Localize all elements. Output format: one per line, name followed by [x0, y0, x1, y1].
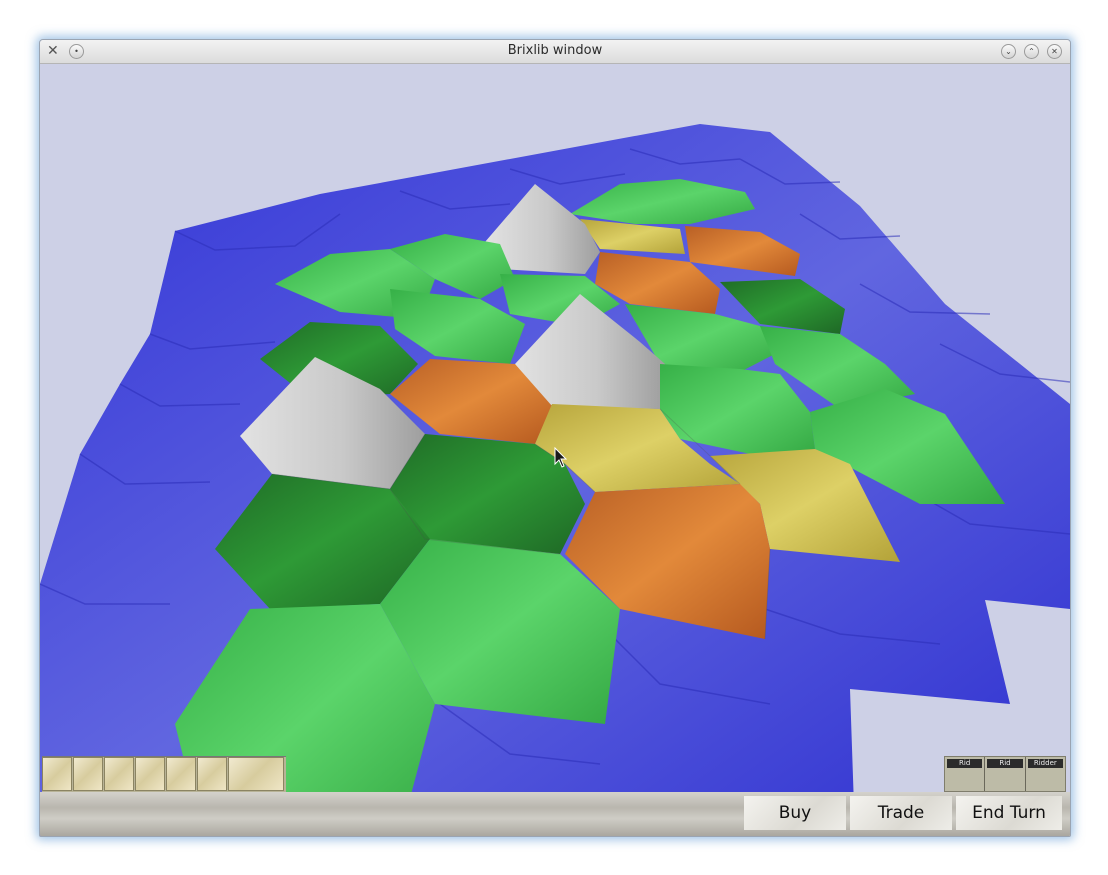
game-viewport[interactable]: Rid Rid Ridder Buy Trade End Turn	[40, 64, 1070, 836]
resource-card[interactable]	[42, 757, 72, 791]
resource-card[interactable]	[73, 757, 103, 791]
end-turn-button[interactable]: End Turn	[956, 796, 1062, 830]
buy-button[interactable]: Buy	[744, 796, 846, 830]
trade-button[interactable]: Trade	[850, 796, 952, 830]
dev-card-knight[interactable]: Ridder	[1026, 757, 1065, 791]
action-bar: Buy Trade End Turn	[40, 792, 1070, 836]
window-title: Brixlib window	[507, 43, 603, 58]
resource-card[interactable]	[135, 757, 165, 791]
dev-card-knight[interactable]: Rid	[945, 757, 986, 791]
resource-card-hand[interactable]	[42, 756, 286, 793]
game-window: ✕ • Brixlib window ⌄ ⌃ ✕ Rid Rid Ridder …	[39, 39, 1071, 837]
resource-card[interactable]	[197, 757, 227, 791]
close-icon[interactable]: ✕	[1047, 44, 1062, 59]
dev-card-knight[interactable]: Rid	[985, 757, 1026, 791]
maximize-icon[interactable]: ⌃	[1024, 44, 1039, 59]
minimize-icon[interactable]: ⌄	[1001, 44, 1016, 59]
title-bar[interactable]: ✕ • Brixlib window ⌄ ⌃ ✕	[40, 40, 1070, 64]
resource-card[interactable]	[104, 757, 134, 791]
resource-card[interactable]	[166, 757, 196, 791]
development-cards[interactable]: Rid Rid Ridder	[944, 756, 1066, 792]
mouse-cursor-icon	[554, 447, 568, 468]
resource-card[interactable]	[228, 757, 284, 791]
